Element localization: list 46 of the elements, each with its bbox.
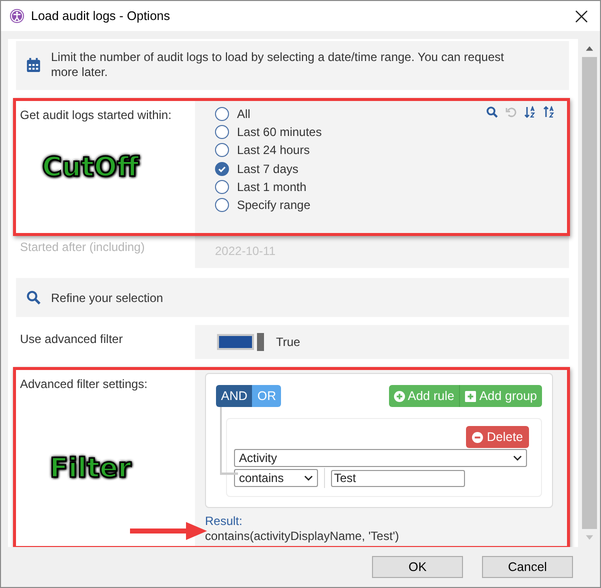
app-icon <box>9 8 25 24</box>
result-text: contains(activityDisplayName, 'Test') <box>205 529 400 543</box>
radio-option[interactable]: Last 7 days <box>215 160 553 176</box>
delete-button[interactable]: Delete <box>466 426 529 448</box>
chevron-down-icon <box>513 455 522 461</box>
field-dropdown[interactable]: Activity <box>234 449 527 467</box>
radio-option[interactable]: Last 60 minutes <box>215 124 553 140</box>
operator-dropdown[interactable]: contains <box>234 469 318 487</box>
sort-ascending-icon[interactable] <box>524 106 536 118</box>
chevron-down-icon <box>304 475 313 481</box>
result-label: Result: <box>205 514 244 528</box>
dialog-button[interactable]: OK <box>372 556 463 578</box>
radio-button[interactable] <box>215 106 229 121</box>
radio-option[interactable]: Last 1 month <box>215 179 553 194</box>
field-label: Get audit logs started within: <box>20 108 172 122</box>
close-icon[interactable] <box>575 10 588 22</box>
callout-text: Filter <box>50 453 132 484</box>
radio-button[interactable] <box>215 198 229 212</box>
radio-option[interactable]: Specify range <box>215 197 553 213</box>
radio-option[interactable]: All <box>215 106 553 122</box>
window-title: Load audit logs - Options <box>31 9 171 23</box>
calendar-icon <box>26 57 41 73</box>
radio-button[interactable] <box>215 180 229 194</box>
connector-line <box>220 407 238 476</box>
plus-circle-icon <box>394 390 405 402</box>
radio-option[interactable]: Last 24 hours <box>215 142 553 158</box>
callout-text: CutOff <box>42 152 139 183</box>
field-label: Use advanced filter <box>20 332 124 346</box>
toggle-switch[interactable] <box>217 333 264 351</box>
search-icon[interactable] <box>486 106 498 118</box>
condition-toggle[interactable]: AND <box>216 385 252 407</box>
radio-button[interactable] <box>215 143 229 158</box>
sort-descending-icon[interactable] <box>543 106 555 118</box>
radio-button[interactable] <box>215 162 229 176</box>
section-title: Refine your selection <box>51 290 164 304</box>
plus-square-icon <box>465 390 476 402</box>
scroll-up-icon[interactable] <box>585 45 594 51</box>
minus-circle-icon <box>472 432 483 442</box>
value-input[interactable]: Test <box>331 470 465 486</box>
field-label: Advanced filter settings: <box>20 377 148 391</box>
toggle-value: True <box>276 335 300 349</box>
info-text: Limit the number of audit logs to load by selecting a date/time range. You can request more later. <box>51 50 505 80</box>
radio-button[interactable] <box>215 124 229 139</box>
field-label: Started after (including) <box>20 240 146 254</box>
dialog-button[interactable]: Cancel <box>482 556 573 578</box>
search-icon <box>26 290 41 305</box>
